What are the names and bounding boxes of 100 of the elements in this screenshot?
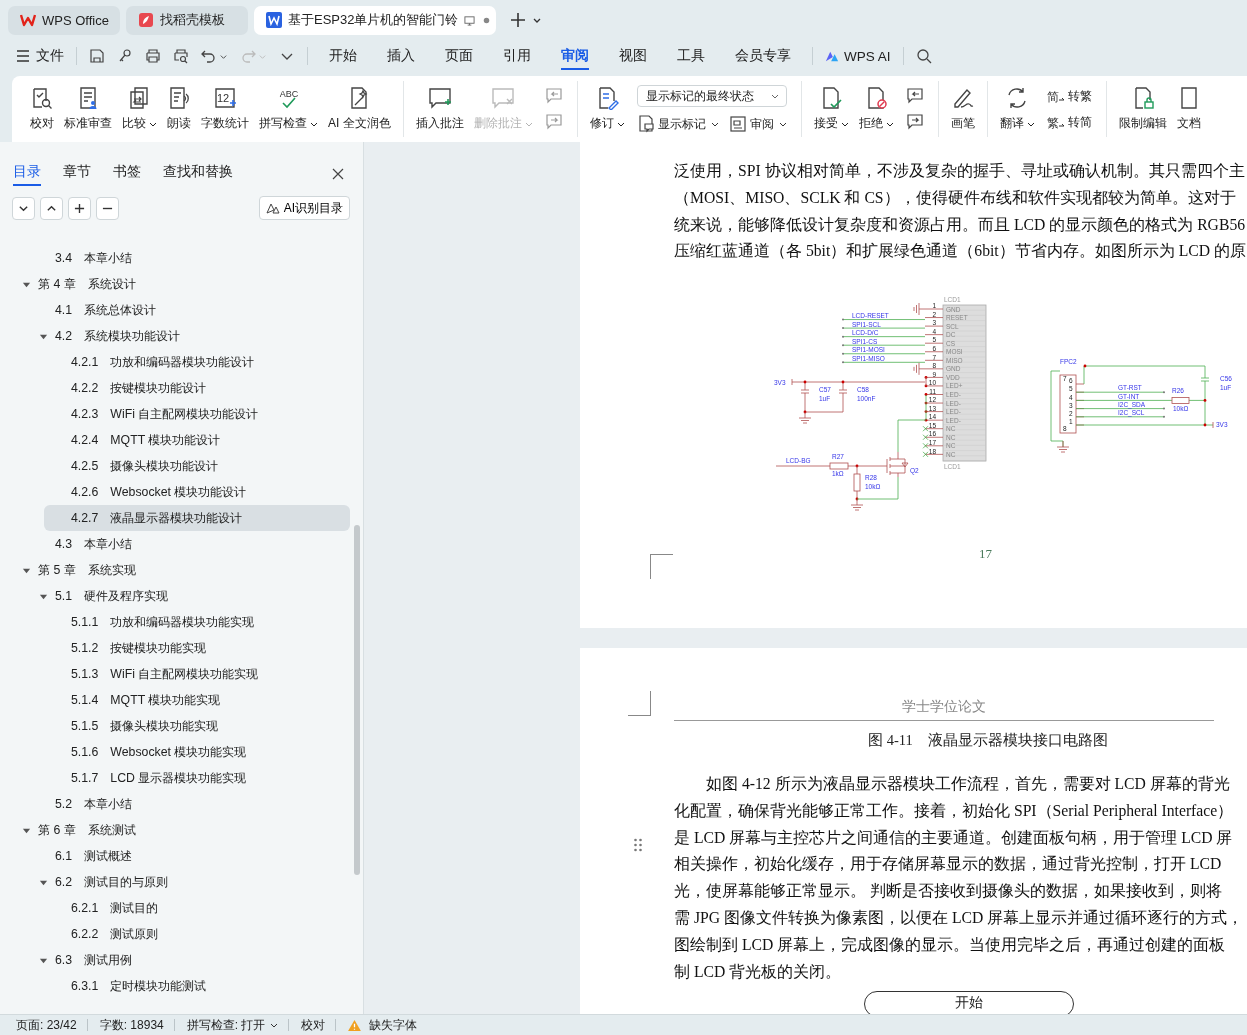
document-tab[interactable]: 找稻壳模板 bbox=[126, 5, 248, 35]
ribbon-button[interactable]: 限制编辑 bbox=[1114, 86, 1171, 132]
ribbon-button[interactable]: 简 转繁 bbox=[1046, 87, 1092, 105]
logo-icon bbox=[20, 12, 36, 28]
outline-item[interactable]: 4.2 系统模块功能设计 bbox=[0, 323, 350, 349]
status-link[interactable]: 缺失字体 bbox=[369, 1016, 418, 1034]
ribbon-button[interactable]: 校对 bbox=[26, 86, 58, 132]
comment-nav-icon[interactable] bbox=[905, 113, 924, 131]
close-icon[interactable] bbox=[332, 168, 344, 180]
outline-item[interactable]: 6.3 测试用例 bbox=[0, 947, 350, 973]
leaf-icon bbox=[138, 12, 154, 28]
outline-item[interactable]: 6.2 测试目的与原则 bbox=[0, 869, 350, 895]
outline-item[interactable]: 4.2.2 按键模块功能设计 bbox=[0, 375, 350, 401]
menu-tab[interactable]: 引用 bbox=[494, 42, 540, 70]
ribbon-icon bbox=[30, 86, 54, 110]
ai-logo-icon bbox=[265, 202, 280, 214]
panel-tab[interactable]: 书签 bbox=[113, 162, 141, 186]
outline-item[interactable]: 4.3 本章小结 bbox=[0, 531, 350, 557]
ribbon-button[interactable]: 画笔 bbox=[946, 86, 979, 132]
outline-item[interactable]: 4.2.4 MQTT 模块功能设计 bbox=[0, 427, 350, 453]
outline-item[interactable]: 5.1.3 WiFi 自主配网模块功能实现 bbox=[0, 661, 350, 687]
outline-item[interactable]: 第 4 章 系统设计 bbox=[0, 271, 350, 297]
outline-item[interactable]: 第 5 章 系统实现 bbox=[0, 557, 350, 583]
body-paragraph: 泛使用，SPI 协议相对简单，不涉及复杂的握手、寻址或确认机制。其只需四个主 （MOSI、MISO、SCLK 和 CS），使得硬件布线和软件实现都较为简单。这对于 统来说，能够降低设计复杂度和资源占用。而且 LCD 的显示颜色的格式为 RGB56 压缩红蓝通道（各 5bit）和扩展绿色通道（6bit）节省内存。如图所示为 LCD 的原 bbox=[674, 161, 1247, 262]
outline-item[interactable]: 5.1.7 LCD 显示器模块功能实现 bbox=[0, 765, 350, 791]
outline-item[interactable]: 6.3.1 定时模块功能测试 bbox=[0, 973, 350, 999]
add-tab-icon[interactable] bbox=[510, 12, 526, 28]
ribbon-button[interactable]: 插入批注 bbox=[411, 86, 468, 132]
menu-tab[interactable]: 开始 bbox=[320, 42, 366, 70]
menu-tab[interactable]: 插入 bbox=[378, 42, 424, 70]
ribbon-button[interactable]: 拒绝 bbox=[854, 86, 898, 132]
collapse-button[interactable] bbox=[12, 196, 35, 220]
document-icon bbox=[266, 12, 282, 28]
crop-mark bbox=[628, 691, 651, 716]
outline-item[interactable]: 4.2.5 摄像头模块功能设计 bbox=[0, 453, 350, 479]
scrollbar[interactable] bbox=[354, 525, 360, 875]
ribbon-button[interactable]: 审阅 bbox=[728, 115, 787, 133]
outline-item[interactable]: 5.1.1 功放和编码器模块功能实现 bbox=[0, 609, 350, 635]
ribbon-button[interactable]: 接受 bbox=[809, 86, 853, 132]
ribbon-button[interactable]: 比较 bbox=[118, 86, 161, 132]
outline-item[interactable]: 6.2.1 测试目的 bbox=[0, 895, 350, 921]
menu-tab[interactable]: 页面 bbox=[436, 42, 482, 70]
outline-item[interactable]: 6.2.2 测试原则 bbox=[0, 921, 350, 947]
panel-tab[interactable]: 目录 bbox=[13, 162, 41, 186]
menu-tab[interactable]: 视图 bbox=[610, 42, 656, 70]
outline-item[interactable]: 5.1.2 按键模块功能实现 bbox=[0, 635, 350, 661]
menu-tab[interactable]: 工具 bbox=[668, 42, 714, 70]
document-tab[interactable]: WPS Office bbox=[8, 5, 120, 35]
search-icon[interactable] bbox=[915, 48, 932, 64]
plus-icon bbox=[74, 202, 85, 214]
undo-icon[interactable] bbox=[201, 48, 217, 64]
comment-nav-icon[interactable] bbox=[905, 87, 924, 105]
status-text: 校对 bbox=[301, 1016, 327, 1034]
outline-item[interactable]: 4.2.3 WiFi 自主配网模块功能设计 bbox=[0, 401, 350, 427]
caret-icon bbox=[270, 1021, 279, 1029]
spellcheck-menu[interactable]: 拼写检查: 打开 bbox=[186, 1016, 289, 1034]
outline-item[interactable]: 4.1 系统总体设计 bbox=[0, 297, 350, 323]
ribbon-button[interactable]: 显示标记 bbox=[636, 115, 719, 133]
ribbon-button[interactable]: 翻译 bbox=[995, 86, 1039, 132]
document-tab[interactable]: 基于ESP32单片机的智能门铃 bbox=[254, 5, 496, 35]
outline-item[interactable]: 第 6 章 系统测试 bbox=[0, 817, 350, 843]
ribbon-button[interactable]: 修订 bbox=[585, 86, 629, 132]
drag-handle-icon[interactable] bbox=[634, 838, 642, 852]
outline-item[interactable]: 4.2.6 Websocket 模块功能设计 bbox=[0, 479, 350, 505]
markup-dropdown[interactable]: 显示标记的最终状态 bbox=[636, 85, 787, 107]
menu-tab[interactable]: 会员专享 bbox=[726, 42, 800, 70]
outline-item[interactable]: 4.2.1 功放和编码器模块功能设计 bbox=[0, 349, 350, 375]
outline-item[interactable]: 6.1 测试概述 bbox=[0, 843, 350, 869]
ai-toc-button[interactable]: AI识别目录 bbox=[258, 196, 350, 220]
outline-item[interactable]: 5.1 硬件及程序实现 bbox=[0, 583, 350, 609]
monitor-icon[interactable] bbox=[464, 14, 476, 26]
outline-item[interactable]: 5.1.5 摄像头模块功能实现 bbox=[0, 713, 350, 739]
ribbon-button[interactable]: AI 全文润色 bbox=[324, 86, 395, 132]
expand-button[interactable] bbox=[40, 196, 63, 220]
ribbon-icon bbox=[491, 86, 516, 110]
save-icon[interactable] bbox=[89, 48, 105, 64]
add-button[interactable] bbox=[68, 196, 91, 220]
ribbon-button[interactable]: 12 字数统计 bbox=[197, 86, 253, 132]
ai-menu[interactable]: WPS AI bbox=[825, 48, 891, 64]
ribbon-button[interactable]: ABC 拼写检查 bbox=[255, 86, 322, 132]
ribbon-button[interactable]: 繁 转简 bbox=[1046, 113, 1092, 131]
ribbon-button[interactable]: 朗读 bbox=[163, 86, 195, 132]
status-text: 页面: 23/42 bbox=[16, 1016, 78, 1034]
key-icon[interactable] bbox=[117, 48, 133, 64]
warning-icon bbox=[348, 1019, 362, 1031]
ribbon-button[interactable]: 文档 bbox=[1172, 86, 1205, 132]
print-icon[interactable] bbox=[145, 48, 161, 64]
outline-item[interactable]: 4.2.7 液晶显示器模块功能设计 bbox=[44, 505, 350, 531]
outline-item[interactable]: 5.1.6 Websocket 模块功能实现 bbox=[0, 739, 350, 765]
outline-item[interactable]: 3.4 本章小结 bbox=[0, 245, 350, 271]
ai-logo-icon bbox=[825, 49, 839, 63]
panel-tab[interactable]: 章节 bbox=[63, 162, 91, 186]
print-preview-icon[interactable] bbox=[173, 48, 189, 64]
ribbon-button[interactable]: 标准审查 bbox=[60, 86, 116, 132]
outline-item[interactable]: 5.2 本章小结 bbox=[0, 791, 350, 817]
body-paragraph: 如图 4-12 所示为液晶显示器模块工作流程，首先，需要对 LCD 屏幕的背光 化配置，确保背光能够正常工作。接着，初始化 SPI（Serial Peripheral Interface） 是 LCD 屏幕与主控芯片之间通信的主要通道。创建面板句柄，用于管理 LCD 屏 相关操作，初始化缓存，用于存储屏幕显示的数据，通过背光控制，打开 LCD 光，使屏幕能够正常显示。 判断是否接收到摄像头的数据，如果接收到，则将 需 JPG 图像文件转换为像素图，以便在 LCD 屏幕上显示并通过循环逐行的方式， 图绘制到 LCD 屏幕上，完成图像的显示。当使用完毕之后，再通过创建的面板 制 LCD 背光板的关闭。 bbox=[674, 774, 1245, 982]
file-menu[interactable]: 文件 bbox=[16, 47, 64, 65]
menu-tab[interactable]: 审阅 bbox=[552, 42, 598, 70]
panel-tab[interactable]: 查找和替换 bbox=[163, 162, 233, 186]
outline-item[interactable]: 5.1.4 MQTT 模块功能实现 bbox=[0, 687, 350, 713]
